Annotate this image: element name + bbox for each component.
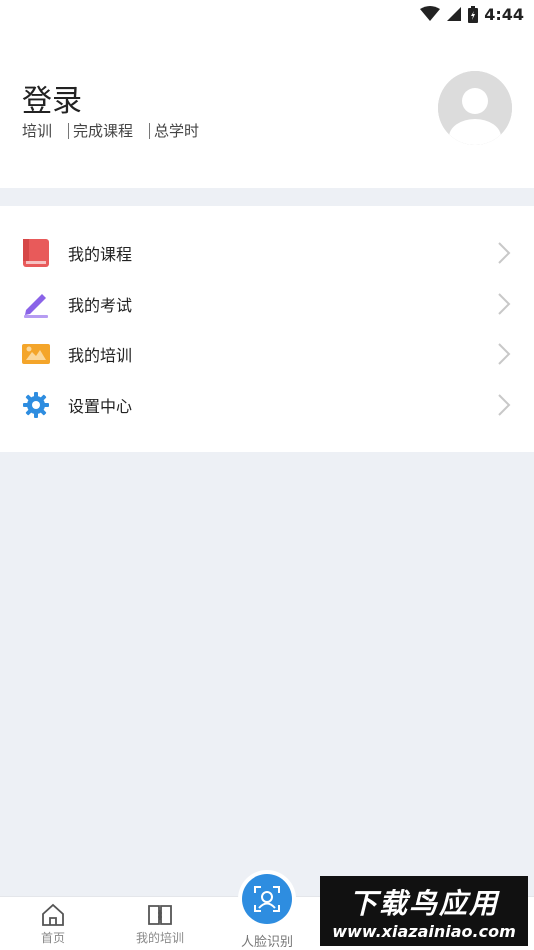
battery-icon (468, 5, 479, 23)
watermark-url: www.xiazainiao.com (332, 921, 516, 941)
chevron-right-icon (498, 242, 511, 264)
menu-item-my-training[interactable]: 我的培训 (0, 329, 534, 380)
menu-list: 我的课程 我的考试 我的培训 设置中心 (0, 206, 534, 452)
profile-header: 登录 培训 完成课程 总学时 (0, 28, 534, 188)
face-recognition-label: 人脸识别 (240, 935, 293, 950)
chevron-right-icon (498, 343, 511, 365)
user-avatar-icon (438, 71, 512, 145)
tab-label: 我的培训 (135, 931, 184, 945)
pen-icon (22, 290, 50, 318)
avatar[interactable] (438, 71, 512, 145)
menu-label: 我的课程 (68, 245, 133, 265)
menu-label: 我的考试 (68, 295, 133, 315)
stat-completed-courses: 完成课程 (73, 122, 134, 140)
chevron-right-icon (498, 394, 511, 416)
gear-icon (22, 391, 50, 419)
menu-label: 设置中心 (68, 396, 133, 416)
tab-my-training[interactable]: 我的培训 (120, 903, 200, 946)
watermark-title: 下载鸟应用 (348, 886, 499, 920)
watermark: 下载鸟应用 www.xiazainiao.com (320, 876, 528, 946)
tab-home[interactable]: 首页 (13, 903, 93, 946)
home-icon (42, 903, 64, 926)
menu-item-my-exams[interactable]: 我的考试 (0, 279, 534, 330)
menu-item-settings[interactable]: 设置中心 (0, 380, 534, 431)
menu-item-my-courses[interactable]: 我的课程 (0, 228, 534, 279)
wifi-icon (420, 6, 441, 21)
login-button[interactable]: 登录 (22, 76, 82, 120)
chevron-right-icon (498, 293, 511, 315)
open-book-icon (148, 905, 172, 925)
profile-stats: 培训 完成课程 总学时 (22, 120, 199, 141)
status-bar: 4:44 (0, 0, 534, 28)
stat-divider (68, 122, 70, 139)
signal-icon (447, 7, 462, 21)
face-recognition-button[interactable] (238, 870, 296, 928)
face-scan-icon (254, 886, 280, 912)
tab-label: 首页 (40, 931, 65, 945)
stat-divider (149, 122, 151, 139)
face-recognition-circle (242, 874, 292, 924)
stat-training: 培训 (22, 122, 53, 140)
stat-total-hours: 总学时 (154, 122, 200, 140)
status-time: 4:44 (484, 4, 524, 24)
training-icon (22, 340, 50, 368)
book-icon (22, 239, 50, 268)
menu-label: 我的培训 (68, 346, 133, 366)
